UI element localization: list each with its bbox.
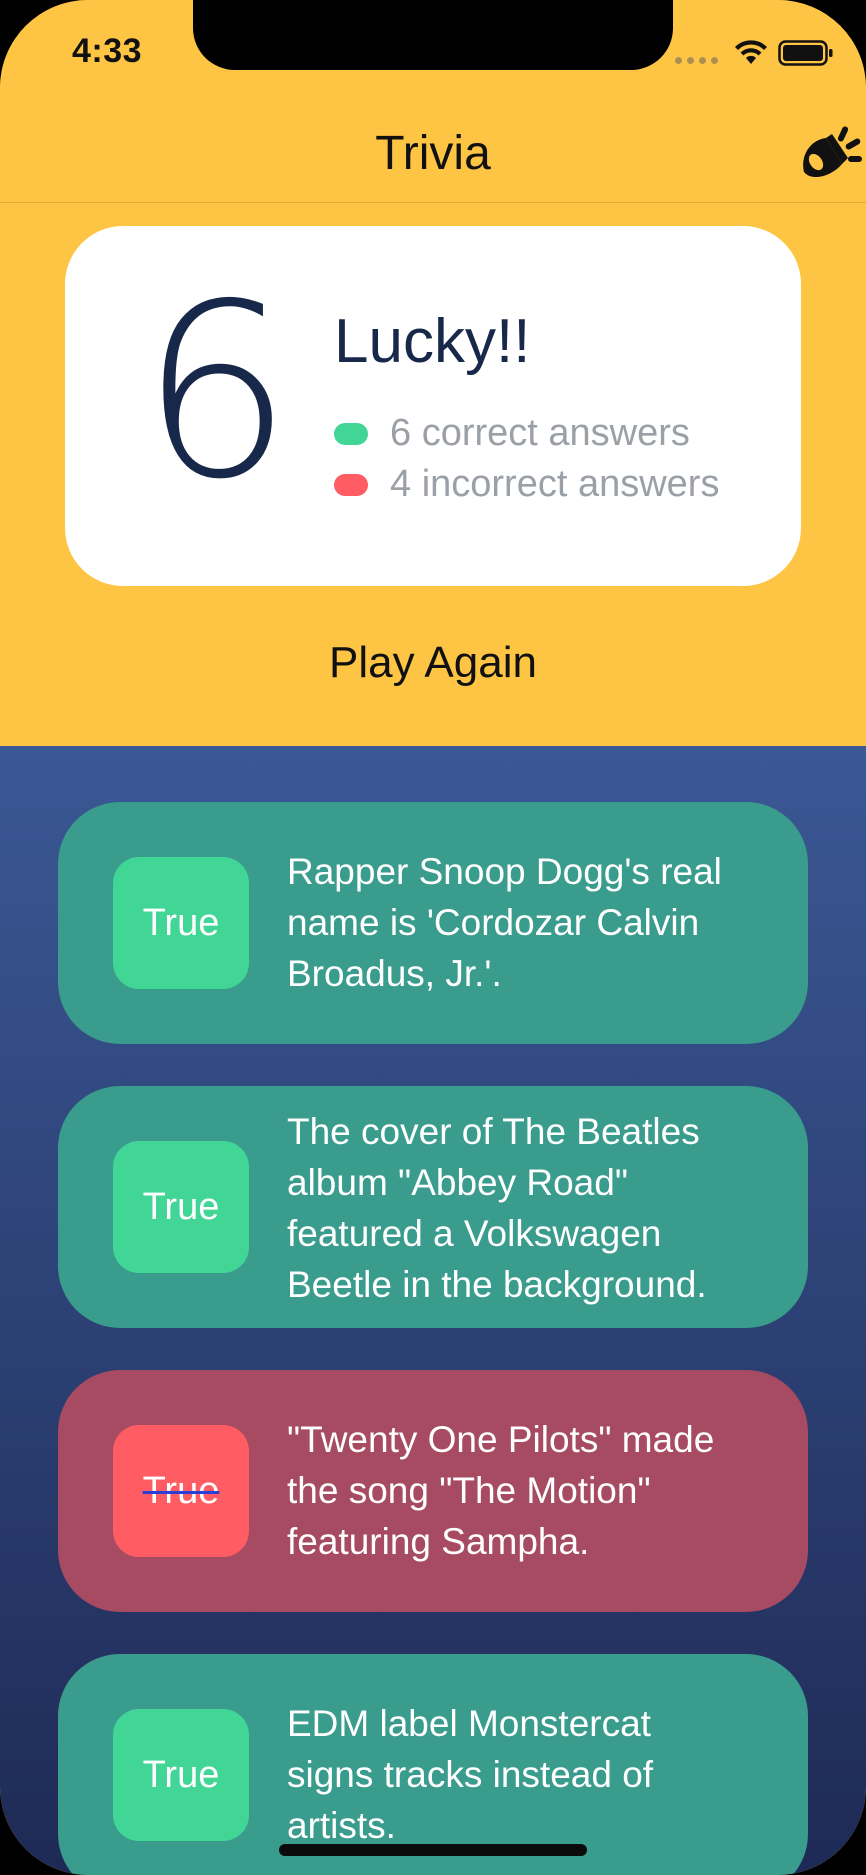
home-indicator[interactable] <box>279 1844 587 1856</box>
play-again-button[interactable]: Play Again <box>0 638 866 688</box>
incorrect-summary: 4 incorrect answers <box>334 463 719 506</box>
question-text: The cover of The Beatles album "Abbey Ro… <box>287 1111 707 1305</box>
answer-badge: True <box>113 857 249 989</box>
answer-label: True <box>142 1185 220 1228</box>
answer-badge: True <box>113 1425 249 1557</box>
results-list[interactable]: True Rapper Snoop Dogg's real name is 'C… <box>0 746 866 1875</box>
question-text: EDM label Monstercat signs tracks instea… <box>287 1703 654 1846</box>
correct-summary: 6 correct answers <box>334 412 690 455</box>
list-item: True The cover of The Beatles album "Abb… <box>58 1086 808 1328</box>
header-region: 4:33 Trivia 6 Lucky!! 6 correct answers … <box>0 0 866 746</box>
answer-label: True <box>142 1469 220 1512</box>
incorrect-indicator-icon <box>334 473 368 496</box>
score-number: 6 <box>140 252 293 532</box>
score-title: Lucky!! <box>334 307 531 376</box>
status-icons <box>675 38 834 68</box>
answer-label: True <box>142 901 220 944</box>
device-notch <box>193 0 673 70</box>
wifi-icon <box>734 40 768 66</box>
correct-count-label: 6 correct answers <box>390 412 690 454</box>
correct-indicator-icon <box>334 422 368 445</box>
status-time: 4:33 <box>72 32 143 70</box>
answer-badge: True <box>113 1709 249 1841</box>
page-title: Trivia <box>375 127 491 180</box>
list-item: True "Twenty One Pilots" made the song "… <box>58 1370 808 1612</box>
list-item: True EDM label Monstercat signs tracks i… <box>58 1654 808 1875</box>
party-horn-icon[interactable] <box>796 112 866 192</box>
answer-badge: True <box>113 1141 249 1273</box>
battery-icon <box>778 40 834 66</box>
cellular-signal-icon <box>675 42 718 64</box>
list-item: True Rapper Snoop Dogg's real name is 'C… <box>58 802 808 1044</box>
incorrect-count-label: 4 incorrect answers <box>390 463 720 505</box>
phone-screen: 4:33 Trivia 6 Lucky!! 6 correct answers … <box>0 0 866 1875</box>
question-text: Rapper Snoop Dogg's real name is 'Cordoz… <box>287 851 722 994</box>
navigation-bar: Trivia <box>0 110 866 203</box>
answer-label: True <box>142 1753 220 1796</box>
question-text: "Twenty One Pilots" made the song "The M… <box>287 1419 715 1562</box>
